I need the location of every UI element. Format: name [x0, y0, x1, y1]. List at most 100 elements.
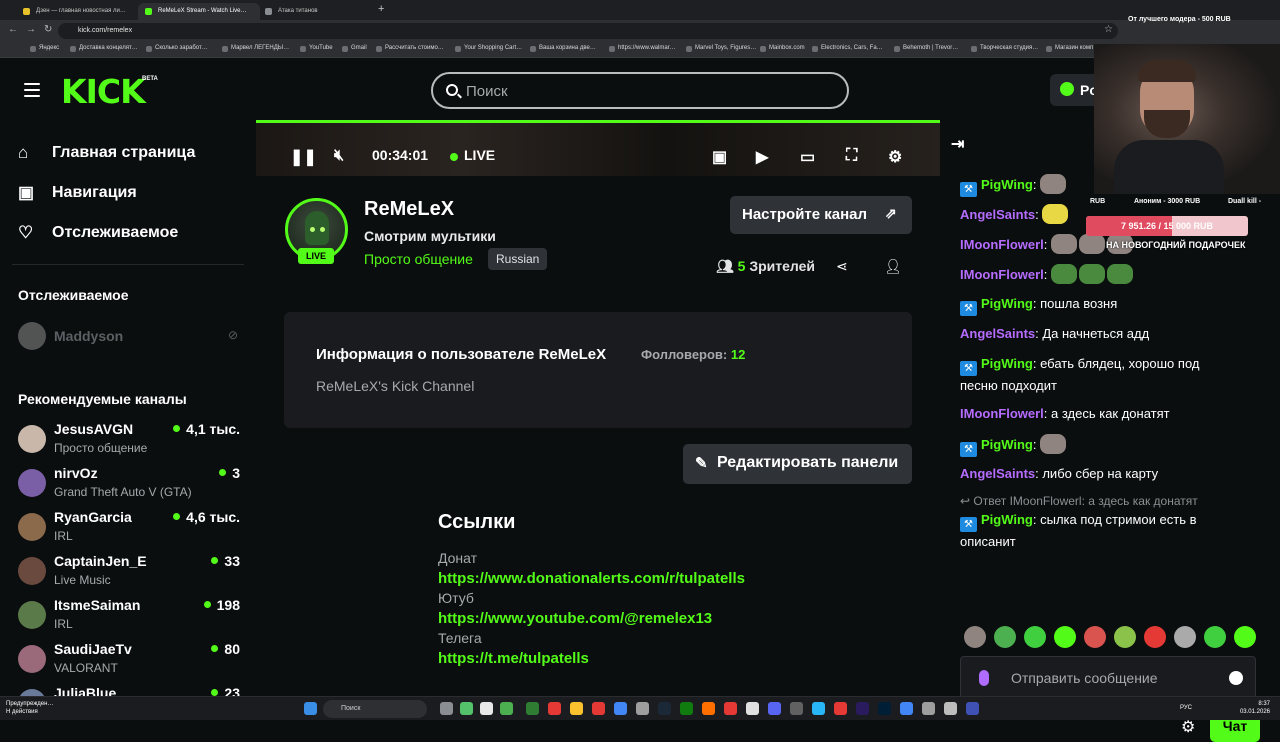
taskbar-app-icon[interactable]: [922, 702, 935, 715]
bookmark-item[interactable]: Electronics, Cars, Fa…: [812, 45, 883, 52]
taskbar-app-icon[interactable]: [944, 702, 957, 715]
taskbar-app-icon[interactable]: [702, 702, 715, 715]
photoshop-taskbar-icon[interactable]: [878, 702, 891, 715]
kick-logo[interactable]: KICK: [61, 72, 146, 111]
bookmark-item[interactable]: Your Shopping Cart…: [455, 45, 522, 52]
taskbar-app-icon[interactable]: [548, 702, 561, 715]
taskbar-app-icon[interactable]: [724, 702, 737, 715]
taskbar-app-icon[interactable]: [570, 702, 583, 715]
bookmark-item[interactable]: Mainbox.com: [760, 45, 805, 52]
back-icon[interactable]: ←: [8, 24, 18, 35]
bookmark-item[interactable]: Яндекс: [30, 45, 59, 52]
chat-username[interactable]: PigWing: [981, 356, 1033, 371]
language-tag[interactable]: Russian: [488, 248, 548, 270]
emote-button[interactable]: [1084, 626, 1106, 648]
hamburger-menu-icon[interactable]: [24, 83, 40, 97]
emote-button[interactable]: [1054, 626, 1076, 648]
recommended-channel-item[interactable]: RyanGarcia IRL 4,6 тыс.: [18, 509, 240, 549]
taskbar-app-icon[interactable]: [500, 702, 513, 715]
emote-button[interactable]: [1114, 626, 1136, 648]
taskbar-app-icon[interactable]: [460, 702, 473, 715]
taskbar-app-icon[interactable]: [440, 702, 453, 715]
chat-username[interactable]: PigWing: [981, 437, 1033, 452]
taskbar-app-icon[interactable]: [966, 702, 979, 715]
chat-username[interactable]: IMoonFlowerl: [960, 237, 1044, 252]
emote-button[interactable]: [1204, 626, 1226, 648]
emote-button[interactable]: [964, 626, 986, 648]
emote-button[interactable]: [1234, 626, 1256, 648]
chat-username[interactable]: PigWing: [981, 296, 1033, 311]
emote-button[interactable]: [994, 626, 1016, 648]
theater-mode-icon[interactable]: ▭: [800, 147, 815, 167]
bookmark-item[interactable]: Gmail: [342, 45, 367, 52]
chat-username[interactable]: AngelSaints: [960, 326, 1035, 341]
recommended-channel-item[interactable]: SaudiJaeTv VALORANT 80: [18, 641, 240, 681]
link-url[interactable]: https://www.youtube.com/@remelex13: [438, 610, 712, 627]
sidebar-item-home[interactable]: ⌂ Главная страница: [18, 142, 195, 166]
recommended-channel-item[interactable]: CaptainJen_E Live Music 33: [18, 553, 240, 593]
windows-start-icon[interactable]: [304, 702, 317, 715]
chat-username[interactable]: PigWing: [981, 512, 1033, 527]
emote-button[interactable]: [1174, 626, 1196, 648]
bookmark-item[interactable]: Сколько заработ…: [146, 45, 208, 52]
browser-tab-active[interactable]: ReMeLeX Stream - Watch Live…: [138, 3, 260, 20]
taskbar-app-icon[interactable]: [746, 702, 759, 715]
link-url[interactable]: https://t.me/tulpatells: [438, 650, 589, 667]
bookmark-item[interactable]: Магазин комп…: [1046, 45, 1099, 52]
setup-channel-button[interactable]: Настройте канал ⇗: [730, 196, 912, 234]
following-channel-item[interactable]: Maddyson ⊘: [18, 322, 240, 362]
taskbar-app-icon[interactable]: [900, 702, 913, 715]
taskbar-search[interactable]: Поиск: [323, 700, 427, 718]
input-language[interactable]: РУС: [1180, 705, 1192, 711]
discord-taskbar-icon[interactable]: [768, 702, 781, 715]
taskbar-app-icon[interactable]: [834, 702, 847, 715]
search-input[interactable]: Поиск: [431, 72, 849, 109]
recommended-channel-item[interactable]: ItsmeSaiman IRL 198: [18, 597, 240, 637]
bookmark-item[interactable]: https://www.walmar…: [609, 45, 676, 52]
settings-gear-icon[interactable]: ⚙: [888, 147, 902, 167]
bookmark-item[interactable]: Марвел ЛЕГЕНДЫ…: [222, 45, 289, 52]
taskbar-app-icon[interactable]: [592, 702, 605, 715]
taskbar-app-icon[interactable]: [526, 702, 539, 715]
bookmark-star-icon[interactable]: ☆: [1104, 24, 1113, 35]
chat-settings-gear-icon[interactable]: ⚙: [1181, 717, 1195, 737]
sidebar-item-following[interactable]: ♡ Отслеживаемое: [18, 222, 178, 246]
chat-username[interactable]: AngelSaints: [960, 207, 1035, 222]
link-url[interactable]: https://www.donationalerts.com/r/tulpate…: [438, 570, 745, 587]
emote-button[interactable]: [1144, 626, 1166, 648]
new-tab-button[interactable]: +: [378, 3, 384, 15]
taskbar-app-icon[interactable]: [636, 702, 649, 715]
browser-tab[interactable]: Дзен — главная новостная ли…: [16, 3, 134, 20]
xbox-taskbar-icon[interactable]: [680, 702, 693, 715]
pause-icon[interactable]: ❚❚: [290, 147, 317, 167]
stream-category-link[interactable]: Просто общение: [364, 251, 473, 267]
taskbar-app-icon[interactable]: [790, 702, 803, 715]
steam-taskbar-icon[interactable]: [658, 702, 671, 715]
premiere-taskbar-icon[interactable]: [856, 702, 869, 715]
emoji-picker-icon[interactable]: [1229, 671, 1243, 685]
collapse-chat-icon[interactable]: ⇥: [951, 134, 964, 154]
mini-player-icon[interactable]: ▣: [712, 147, 727, 167]
microphone-icon[interactable]: [979, 670, 989, 686]
bookmark-item[interactable]: Behemoth | Trevor…: [894, 45, 958, 52]
emote-button[interactable]: [1024, 626, 1046, 648]
bookmark-item[interactable]: Творческая студия…: [971, 45, 1038, 52]
mute-icon[interactable]: 🔇︎: [334, 147, 344, 165]
chat-username[interactable]: PigWing: [981, 177, 1033, 192]
taskbar-warning[interactable]: Предупрежден… Н действия: [6, 700, 53, 716]
chat-username[interactable]: IMoonFlowerl: [960, 267, 1044, 282]
chrome-taskbar-icon[interactable]: [614, 702, 627, 715]
recommended-channel-item[interactable]: nirvOz Grand Theft Auto V (GTA) 3: [18, 465, 240, 505]
sidebar-item-browse[interactable]: ▣ Навигация: [18, 182, 137, 206]
recommended-channel-item[interactable]: JesusAVGN Просто общение 4,1 тыс.: [18, 421, 240, 461]
taskbar-app-icon[interactable]: [480, 702, 493, 715]
share-icon[interactable]: ⋖: [836, 258, 848, 275]
address-bar[interactable]: kick.com/remelex: [58, 23, 1118, 39]
video-player[interactable]: ❚❚ 🔇︎ 00:34:01 LIVE ▣ ▶ ▭ ⛶ ⚙: [256, 120, 940, 176]
bookmark-item[interactable]: Рассчитать стоимо…: [376, 45, 444, 52]
chat-username[interactable]: IMoonFlowerl: [960, 406, 1044, 421]
clip-icon[interactable]: ▶: [756, 147, 768, 167]
bookmark-item[interactable]: YouTube: [300, 45, 333, 52]
taskbar-clock[interactable]: 8:37 03.01.2026: [1226, 700, 1270, 716]
forward-icon[interactable]: →: [26, 24, 36, 35]
